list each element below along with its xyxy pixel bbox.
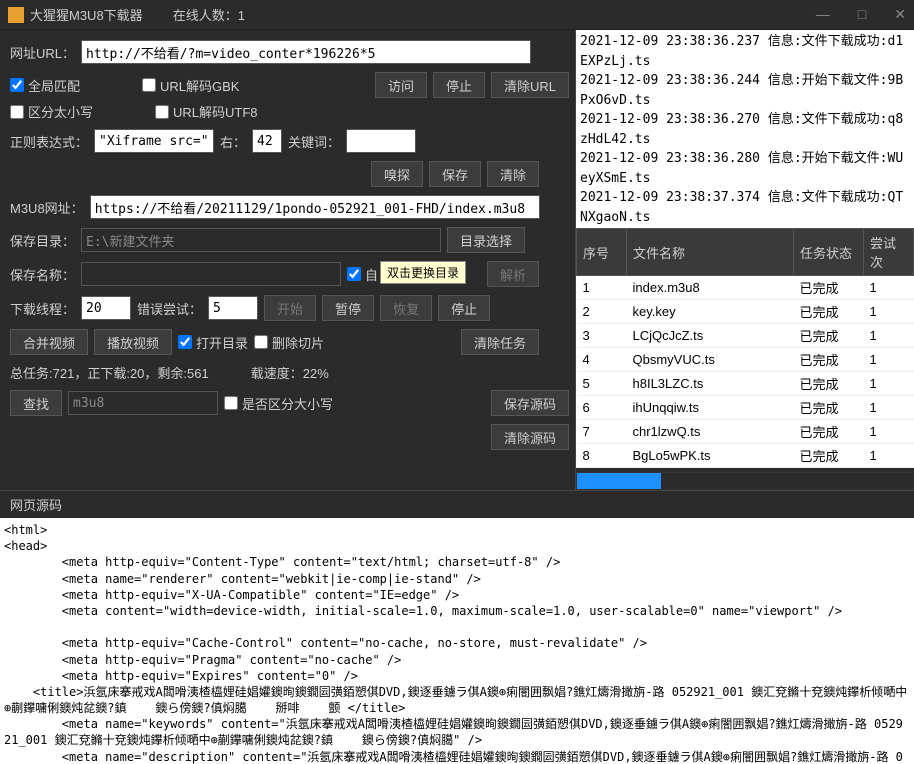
- col-file[interactable]: 文件名称: [627, 229, 794, 276]
- sniff-button[interactable]: 嗅探: [371, 161, 423, 187]
- find-button[interactable]: 查找: [10, 390, 62, 416]
- opendir-checkbox[interactable]: 打开目录: [178, 333, 248, 352]
- app-title: 大猩猩M3U8下载器: [30, 5, 143, 24]
- stop-button[interactable]: 停止: [433, 72, 485, 98]
- regex-right-input[interactable]: [252, 129, 282, 153]
- regex-right-label: 右：: [220, 132, 246, 151]
- title-bar: 大猩猩M3U8下载器 在线人数：1 — □ ✕: [0, 0, 914, 30]
- save-regex-button[interactable]: 保存: [429, 161, 481, 187]
- retry-label: 错误尝试：: [137, 299, 202, 318]
- table-row[interactable]: 5h8IL3LZC.ts已完成1: [577, 372, 914, 396]
- decode-gbk-checkbox[interactable]: URL解码GBK: [142, 76, 239, 95]
- table-row[interactable]: 1index.m3u8已完成1: [577, 276, 914, 300]
- savename-label: 保存名称：: [10, 265, 75, 284]
- savedir-input[interactable]: [81, 228, 441, 252]
- window-controls: — □ ✕: [816, 6, 906, 23]
- savedir-label: 保存目录：: [10, 231, 75, 250]
- table-row[interactable]: 2key.key已完成1: [577, 300, 914, 324]
- clear-url-button[interactable]: 清除URL: [491, 72, 569, 98]
- source-view[interactable]: <html> <head> <meta http-equiv="Content-…: [0, 518, 914, 764]
- m3u8-label: M3U8网址：: [10, 198, 84, 217]
- table-row[interactable]: 3LCjQcJcZ.ts已完成1: [577, 324, 914, 348]
- merge-button[interactable]: 合并视频: [10, 329, 88, 355]
- save-source-button[interactable]: 保存源码: [491, 390, 569, 416]
- status-text: 总任务:721，正下载:20，剩余:561: [10, 363, 209, 382]
- thread-label: 下载线程：: [10, 299, 75, 318]
- table-row[interactable]: 8BgLo5wPK.ts已完成1: [577, 444, 914, 468]
- visit-button[interactable]: 访问: [375, 72, 427, 98]
- retry-input[interactable]: [208, 296, 258, 320]
- log-area[interactable]: 2021-12-09 23:38:36.237 信息:文件下载成功:d1EXPz…: [576, 30, 914, 228]
- online-count: 在线人数：1: [173, 5, 245, 24]
- regex-input[interactable]: [94, 129, 214, 153]
- url-label: 网址URL：: [10, 43, 75, 62]
- url-input[interactable]: [81, 40, 531, 64]
- savename-input[interactable]: [81, 262, 341, 286]
- clear-source-button[interactable]: 清除源码: [491, 424, 569, 450]
- pause-button[interactable]: 暂停: [322, 295, 374, 321]
- maximize-button[interactable]: □: [858, 6, 866, 23]
- auto-checkbox[interactable]: 自: [347, 265, 378, 284]
- speed-text: 载速度：22%: [251, 363, 329, 382]
- global-match-checkbox[interactable]: 全局匹配: [10, 76, 80, 95]
- close-button[interactable]: ✕: [894, 6, 906, 23]
- table-row[interactable]: 4QbsmyVUC.ts已完成1: [577, 348, 914, 372]
- table-row[interactable]: 6ihUnqqiw.ts已完成1: [577, 396, 914, 420]
- tooltip: 双击更换目录: [380, 261, 466, 284]
- parse-button[interactable]: 解析: [487, 261, 539, 287]
- clear-regex-button[interactable]: 清除: [487, 161, 539, 187]
- find-case-checkbox[interactable]: 是否区分大小写: [224, 394, 333, 413]
- col-tries[interactable]: 尝试次: [864, 229, 914, 276]
- choose-dir-button[interactable]: 目录选择: [447, 227, 525, 253]
- task-table-wrap: 序号 文件名称 任务状态 尝试次 1index.m3u8已完成12key.key…: [576, 228, 914, 470]
- source-label: 网页源码: [0, 490, 914, 518]
- app-icon: [8, 7, 24, 23]
- clear-task-button[interactable]: 清除任务: [461, 329, 539, 355]
- minimize-button[interactable]: —: [816, 6, 830, 23]
- thread-input[interactable]: [81, 296, 131, 320]
- col-status[interactable]: 任务状态: [794, 229, 864, 276]
- task-table[interactable]: 序号 文件名称 任务状态 尝试次 1index.m3u8已完成12key.key…: [576, 228, 914, 468]
- play-button[interactable]: 播放视频: [94, 329, 172, 355]
- keyword-label: 关键词：: [288, 132, 340, 151]
- left-panel: 网址URL： 全局匹配 URL解码GBK 访问 停止 清除URL 区分太小写 U…: [0, 30, 576, 490]
- case-sensitive-checkbox[interactable]: 区分太小写: [10, 102, 93, 121]
- start-button[interactable]: 开始: [264, 295, 316, 321]
- regex-label: 正则表达式：: [10, 132, 88, 151]
- keyword-input[interactable]: [346, 129, 416, 153]
- stop-download-button[interactable]: 停止: [438, 295, 490, 321]
- col-seq[interactable]: 序号: [577, 229, 627, 276]
- m3u8-input[interactable]: [90, 195, 540, 219]
- progress-bar: [576, 472, 914, 490]
- resume-button[interactable]: 恢复: [380, 295, 432, 321]
- right-panel: 2021-12-09 23:38:36.237 信息:文件下载成功:d1EXPz…: [576, 30, 914, 490]
- table-row[interactable]: 7chr1lzwQ.ts已完成1: [577, 420, 914, 444]
- find-input[interactable]: [68, 391, 218, 415]
- decode-utf8-checkbox[interactable]: URL解码UTF8: [155, 102, 258, 121]
- progress-fill: [577, 473, 661, 489]
- delslice-checkbox[interactable]: 删除切片: [254, 333, 324, 352]
